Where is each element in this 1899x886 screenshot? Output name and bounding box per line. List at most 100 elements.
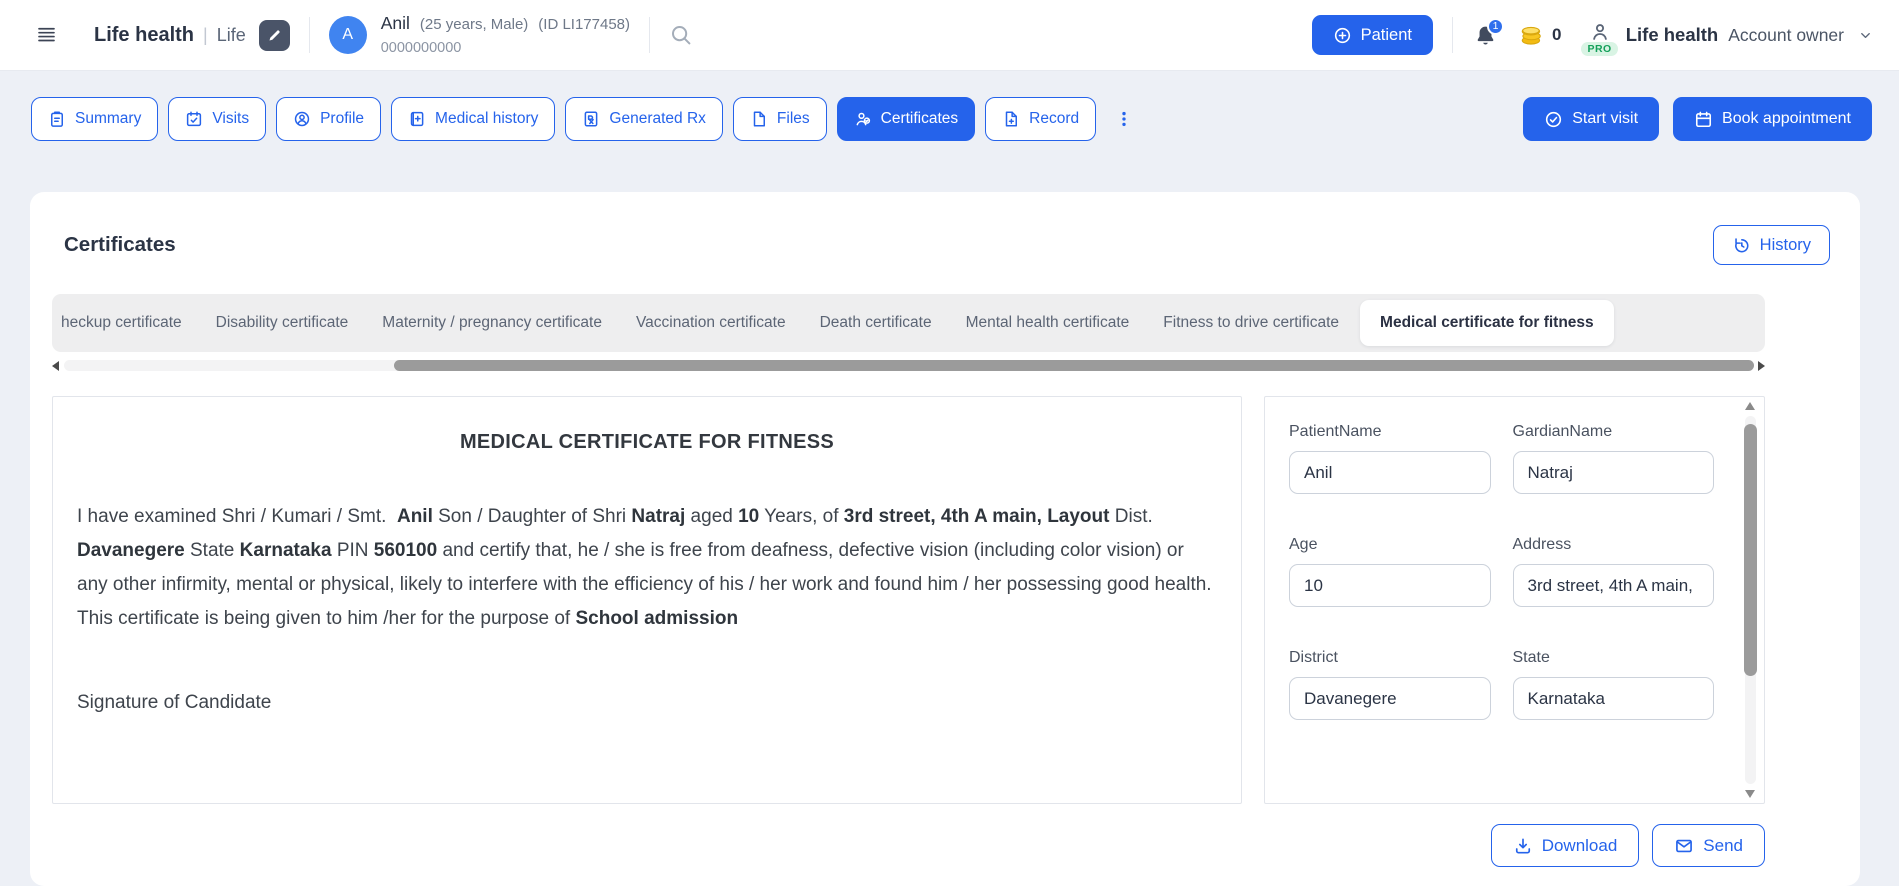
field-age: Age [1289,536,1491,607]
field-label: PatientName [1289,423,1382,440]
hamburger-menu-button[interactable] [26,15,66,55]
tab-certificates[interactable]: Certificates [836,97,976,141]
certificate-text-segment: School admission [575,608,739,629]
credits-count: 0 [1551,25,1562,44]
download-label: Download [1541,835,1618,855]
certificate-text-segment: Davanegere [77,540,185,561]
scrollbar-thumb[interactable] [394,360,1754,371]
tab-label: Summary [75,110,142,127]
certificate-text-segment: State [184,540,240,561]
certificate-tabs-scrollbar [52,359,1765,372]
form-scrollbar [1744,402,1757,798]
account-menu[interactable]: PRO Life health Account owner [1581,15,1873,56]
pencil-icon [267,28,282,43]
certificate-text-segment: aged [685,506,739,527]
clinic-name: Life health [94,23,195,46]
certificate-body: I have examined Shri / Kumari / Smt. Ani… [77,500,1217,636]
plus-circle-icon [1333,26,1352,45]
book-appointment-button[interactable]: Book appointment [1673,97,1872,141]
field-label: Address [1512,536,1572,553]
certificate-text-segment: Natraj [631,506,686,527]
tab-generated-rx[interactable]: Generated Rx [565,97,723,141]
tab-summary[interactable]: Summary [31,97,159,141]
history-label: History [1759,235,1811,254]
divider [308,17,310,53]
patient-name: Anil [380,12,410,33]
certificate-tab-heckup-certificate[interactable]: heckup certificate [52,294,199,352]
patient-tab-list: Summary Visits Profile Medical history Gener… [31,97,1106,141]
certificate-text-segment: Dist. [1109,506,1153,527]
patient-phone: 0000000000 [380,40,462,57]
tab-medical-history[interactable]: Medical history [391,97,556,141]
certificate-tab-death-certificate[interactable]: Death certificate [803,294,949,352]
scroll-right-arrow[interactable] [1758,361,1765,371]
add-patient-button[interactable]: Patient [1311,15,1433,55]
tab-visits[interactable]: Visits [168,97,267,141]
scroll-up-arrow[interactable] [1745,402,1755,410]
person-circle-icon [293,110,311,128]
patientname-input[interactable] [1289,451,1491,494]
clinic-block: Life health | Life [94,19,290,51]
add-patient-label: Patient [1360,25,1412,44]
scroll-left-arrow[interactable] [52,361,59,371]
medical-history-icon [408,110,426,128]
certificate-tab-fitness-to-drive-certificate[interactable]: Fitness to drive certificate [1146,294,1356,352]
tab-label: Profile [320,110,365,127]
certificate-text-segment: 10 [738,506,760,527]
page-title: Certificates [64,233,176,256]
calendar-check-icon [185,110,203,128]
tab-record[interactable]: Record [985,97,1097,141]
certificate-form-grid: PatientName GardianName Age Address District… [1289,423,1714,720]
clinic-subtitle: Life [216,24,246,45]
certificate-tab-disability-certificate[interactable]: Disability certificate [199,294,366,352]
gardianname-input[interactable] [1512,451,1714,494]
certificate-tab-vaccination-certificate[interactable]: Vaccination certificate [619,294,803,352]
certificate-tab-maternity-pregnancy-certificate[interactable]: Maternity / pregnancy certificate [365,294,619,352]
tab-label: Certificates [880,110,959,127]
tab-label: Visits [212,110,250,127]
divider [1451,17,1453,53]
tab-files[interactable]: Files [732,97,827,141]
clinic-divider: | [203,24,208,45]
scroll-down-arrow[interactable] [1745,790,1755,798]
field-label: GardianName [1512,423,1613,440]
certificate-tab-mental-health-certificate[interactable]: Mental health certificate [949,294,1147,352]
credits-button[interactable]: 0 [1519,22,1561,48]
field-patientname: PatientName [1289,423,1491,494]
district-input[interactable] [1289,677,1491,720]
file-plus-icon [1002,110,1020,128]
search-icon [669,23,693,47]
patient-id: (ID LI177458) [538,15,631,33]
history-button[interactable]: History [1712,225,1830,265]
tab-label: Files [776,110,810,127]
certificate-text-segment: 3rd street, 4th A main, Layout [843,506,1110,527]
more-options-button[interactable] [1114,109,1134,129]
certificate-text-segment: PIN [331,540,374,561]
scrollbar-thumb[interactable] [1744,424,1757,676]
download-button[interactable]: Download [1490,824,1640,867]
search-button[interactable] [669,23,693,47]
signature-label: Signature of Candidate [77,692,272,713]
certificates-panel: Certificates History heckup certificate D… [30,192,1860,886]
state-input[interactable] [1512,677,1714,720]
edit-clinic-button[interactable] [258,19,290,51]
notifications-button[interactable]: 1 [1474,17,1504,47]
calendar-icon [1694,110,1713,129]
patient-avatar[interactable]: A [328,16,367,54]
start-visit-button[interactable]: Start visit [1523,97,1660,141]
certificate-type-tabs: heckup certificate Disability certificate… [52,294,1765,352]
address-input[interactable] [1512,564,1714,607]
send-button[interactable]: Send [1652,824,1765,867]
field-district: District [1289,649,1491,720]
person-icon [1589,21,1611,43]
certificate-tab-medical-certificate-for-fitness[interactable]: Medical certificate for fitness [1360,300,1614,346]
top-header: Life health | Life A Anil (25 years, Mal… [0,0,1899,71]
field-label: State [1512,649,1550,666]
kebab-icon [1114,109,1134,129]
rx-icon [582,110,600,128]
pro-badge: PRO [1581,41,1618,56]
tab-profile[interactable]: Profile [276,97,382,141]
start-visit-label: Start visit [1572,110,1639,127]
age-input[interactable] [1289,564,1491,607]
account-name: Life health [1625,24,1719,45]
